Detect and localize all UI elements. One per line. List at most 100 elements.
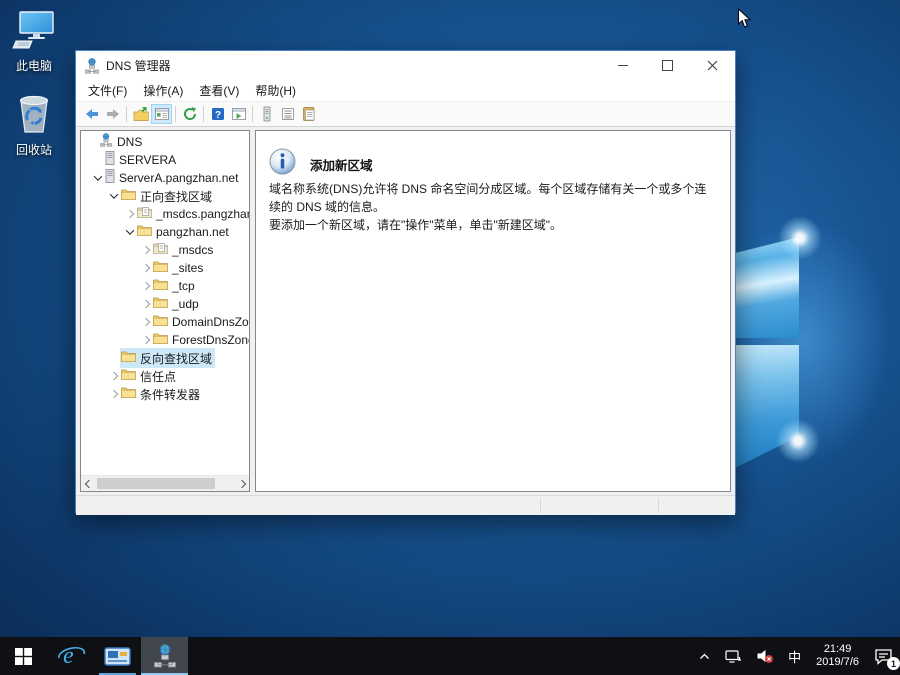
tree-item-trust-points[interactable]: 信任点 bbox=[81, 367, 249, 385]
minimize-button[interactable] bbox=[600, 51, 645, 80]
forward-button[interactable] bbox=[102, 104, 123, 124]
folder-icon bbox=[153, 313, 168, 331]
maximize-icon bbox=[662, 60, 673, 71]
tree-item-domaindnszones[interactable]: DomainDnsZones bbox=[81, 313, 249, 331]
volume-status[interactable] bbox=[749, 637, 781, 675]
clock-date: 2019/7/6 bbox=[816, 656, 859, 668]
scroll-right-arrow[interactable] bbox=[234, 476, 249, 491]
collapsed-chevron-icon[interactable] bbox=[139, 317, 152, 327]
collapsed-chevron-icon[interactable] bbox=[139, 263, 152, 273]
taskbar: e 中 21:49 2019/7/6 1 bbox=[0, 637, 900, 675]
tree-item-servera[interactable]: SERVERA bbox=[81, 150, 249, 169]
tree-item-udp[interactable]: _udp bbox=[81, 295, 249, 313]
refresh-icon bbox=[183, 107, 196, 120]
title-bar[interactable]: DNS 管理器 bbox=[76, 51, 735, 80]
up-one-level-icon bbox=[133, 107, 149, 121]
info-icon bbox=[269, 148, 296, 180]
network-status[interactable] bbox=[718, 637, 749, 675]
menu-item-action[interactable]: 操作(A) bbox=[135, 80, 191, 101]
taskbar-dns-manager-button[interactable] bbox=[141, 637, 188, 675]
refresh-button[interactable] bbox=[179, 104, 200, 124]
folder-icon bbox=[153, 259, 168, 277]
tree-item-forestdnszones[interactable]: ForestDnsZones bbox=[81, 331, 249, 349]
tree-item-reverse-lookup-zones[interactable]: 反向查找区域 bbox=[81, 348, 249, 368]
detail-pane: 添加新区域 域名称系统(DNS)允许将 DNS 命名空间分成区域。每个区域存储有… bbox=[255, 130, 731, 492]
dns-app-icon bbox=[84, 57, 100, 74]
collapsed-chevron-icon[interactable] bbox=[107, 371, 120, 381]
wallpaper-sparkle-bottom bbox=[776, 419, 820, 463]
server-status-icon bbox=[263, 106, 270, 122]
scrollbar-thumb[interactable] bbox=[97, 478, 215, 489]
back-button[interactable] bbox=[81, 104, 102, 124]
export-list-icon bbox=[281, 108, 294, 120]
expanded-chevron-icon[interactable] bbox=[123, 226, 136, 235]
delegated-folder-icon bbox=[153, 241, 168, 259]
close-button[interactable] bbox=[690, 51, 735, 80]
tree-item-conditional-forwarders[interactable]: 条件转发器 bbox=[81, 385, 249, 403]
menu-item-view[interactable]: 查看(V) bbox=[191, 80, 247, 101]
taskbar-clock[interactable]: 21:49 2019/7/6 bbox=[808, 643, 867, 669]
tree-item-servera-pangzhan-net[interactable]: ServerA.pangzhan.net bbox=[81, 168, 249, 188]
horizontal-scrollbar[interactable] bbox=[81, 475, 249, 491]
collapsed-chevron-icon[interactable] bbox=[139, 245, 152, 255]
desktop: 此电脑 回收站 DNS 管理器 文件(F) 操作(A) 查看(V) 帮助(H) … bbox=[0, 0, 900, 675]
folder-icon bbox=[137, 223, 152, 241]
close-icon bbox=[707, 60, 718, 71]
notification-badge: 1 bbox=[887, 657, 900, 670]
maximize-button[interactable] bbox=[645, 51, 690, 80]
taskbar-server-manager-button[interactable] bbox=[94, 637, 141, 675]
server-manager-icon bbox=[104, 647, 131, 666]
tree-item-pangzhan-net[interactable]: pangzhan.net bbox=[81, 223, 249, 241]
window-title: DNS 管理器 bbox=[106, 59, 171, 73]
collapsed-chevron-icon[interactable] bbox=[139, 299, 152, 309]
collapsed-chevron-icon[interactable] bbox=[123, 209, 136, 219]
tree-item-forward-lookup-zones[interactable]: 正向查找区域 bbox=[81, 187, 249, 205]
ime-indicator[interactable]: 中 bbox=[781, 637, 808, 675]
server-status-button[interactable] bbox=[256, 104, 277, 124]
toolbar: ? bbox=[76, 101, 735, 127]
minimize-icon bbox=[617, 65, 628, 66]
show-hide-console-tree-icon bbox=[154, 108, 169, 120]
action-center-button[interactable]: 1 bbox=[867, 637, 900, 675]
expanded-chevron-icon[interactable] bbox=[107, 190, 120, 199]
folder-icon bbox=[121, 187, 136, 205]
internet-explorer-icon: e bbox=[57, 643, 85, 669]
new-window-button[interactable] bbox=[228, 104, 249, 124]
show-hide-console-tree-button[interactable] bbox=[151, 104, 172, 124]
collapsed-chevron-icon[interactable] bbox=[107, 389, 120, 399]
start-button[interactable] bbox=[0, 637, 47, 675]
export-list-button[interactable] bbox=[277, 104, 298, 124]
hidden-icons-chevron[interactable] bbox=[691, 637, 718, 675]
system-tray: 中 21:49 2019/7/6 1 bbox=[691, 637, 900, 675]
console-tree-panel[interactable]: DNS SERVERA ServerA.pangzhan.net 正向查找区域 … bbox=[80, 130, 250, 492]
menu-item-file[interactable]: 文件(F) bbox=[80, 80, 135, 101]
volume-muted-icon bbox=[757, 650, 774, 663]
tree-item-msdcs-pangzhan-net[interactable]: _msdcs.pangzhan.net bbox=[81, 205, 249, 223]
taskbar-internet-explorer-button[interactable]: e bbox=[47, 637, 94, 675]
expanded-chevron-icon[interactable] bbox=[91, 172, 104, 181]
tree-item-sites[interactable]: _sites bbox=[81, 259, 249, 277]
window-content: DNS SERVERA ServerA.pangzhan.net 正向查找区域 … bbox=[76, 127, 735, 495]
up-one-level-button[interactable] bbox=[130, 104, 151, 124]
folder-icon bbox=[153, 277, 168, 295]
status-bar bbox=[76, 495, 735, 515]
wallpaper-sparkle-top bbox=[778, 216, 822, 260]
delegated-folder-icon bbox=[137, 205, 152, 223]
desktop-icon-this-pc[interactable]: 此电脑 bbox=[2, 10, 66, 74]
scroll-left-arrow[interactable] bbox=[81, 476, 96, 491]
tree-item-tcp[interactable]: _tcp bbox=[81, 277, 249, 295]
folder-icon bbox=[153, 295, 168, 313]
server-icon bbox=[105, 168, 115, 188]
properties-button[interactable] bbox=[298, 104, 319, 124]
this-pc-icon bbox=[12, 10, 56, 55]
collapsed-chevron-icon[interactable] bbox=[139, 281, 152, 291]
collapsed-chevron-icon[interactable] bbox=[139, 335, 152, 345]
tree-item-msdcs[interactable]: _msdcs bbox=[81, 241, 249, 259]
help-button[interactable]: ? bbox=[207, 104, 228, 124]
menu-item-help[interactable]: 帮助(H) bbox=[247, 80, 304, 101]
detail-body-1: 域名称系统(DNS)允许将 DNS 命名空间分成区域。每个区域存储有关一个或多个… bbox=[269, 182, 707, 214]
desktop-icon-recycle-bin[interactable]: 回收站 bbox=[2, 92, 66, 158]
tree-item-dns[interactable]: DNS bbox=[81, 132, 249, 151]
svg-text:?: ? bbox=[214, 110, 220, 121]
menu-bar: 文件(F) 操作(A) 查看(V) 帮助(H) bbox=[76, 80, 735, 101]
